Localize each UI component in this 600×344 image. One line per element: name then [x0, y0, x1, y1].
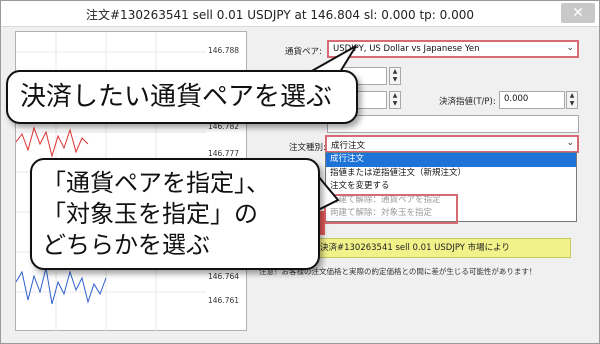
- title-bar: 注文#130263541 sell 0.01 USDJPY at 146.804…: [1, 1, 599, 27]
- price-label: 146.788: [208, 46, 240, 55]
- order-type-label: 注文種別:: [289, 143, 326, 153]
- callout-line: 「通貨ペアを指定」、: [42, 169, 270, 197]
- take-profit-spinner[interactable]: ▲ ▼: [566, 91, 578, 109]
- order-type-option[interactable]: 成行注文: [326, 153, 576, 167]
- comment-input[interactable]: [327, 115, 579, 133]
- chevron-down-icon: ⌄: [566, 138, 574, 148]
- chevron-down-icon: ⌄: [566, 43, 574, 53]
- window-title: 注文#130263541 sell 0.01 USDJPY at 146.804…: [86, 8, 474, 22]
- callout-line: 「対象玉を指定」の: [42, 200, 258, 228]
- close-icon[interactable]: ✕: [561, 3, 595, 23]
- callout-select-symbol: 決済したい通貨ペアを選ぶ: [6, 70, 358, 124]
- order-type-value: 成行注文: [331, 141, 366, 151]
- price-label: 146.764: [208, 272, 240, 281]
- callout-select-close-type: 「通貨ペアを指定」、 「対象玉を指定」の どちらかを選ぶ: [30, 158, 320, 270]
- take-profit-input[interactable]: 0.000: [499, 91, 565, 109]
- highlight-box: [324, 194, 458, 224]
- callout-line: どちらかを選ぶ: [42, 231, 210, 259]
- price-label: 146.761: [208, 296, 240, 305]
- order-type-select[interactable]: 成行注文 ⌄: [325, 135, 579, 153]
- order-type-option[interactable]: 注文を変更する: [326, 180, 576, 194]
- price-label: 146.777: [208, 149, 240, 158]
- order-type-option[interactable]: 指値または逆指値注文（新規注文）: [326, 167, 576, 181]
- symbol-select[interactable]: USDJPY, US Dollar vs Japanese Yen ⌄: [327, 40, 579, 58]
- take-profit-label: 決済指値(T/P):: [439, 97, 496, 107]
- stop-loss-spinner[interactable]: ▲ ▼: [389, 91, 401, 109]
- ask-line: [16, 267, 107, 305]
- volume-spinner[interactable]: ▲ ▼: [389, 67, 401, 85]
